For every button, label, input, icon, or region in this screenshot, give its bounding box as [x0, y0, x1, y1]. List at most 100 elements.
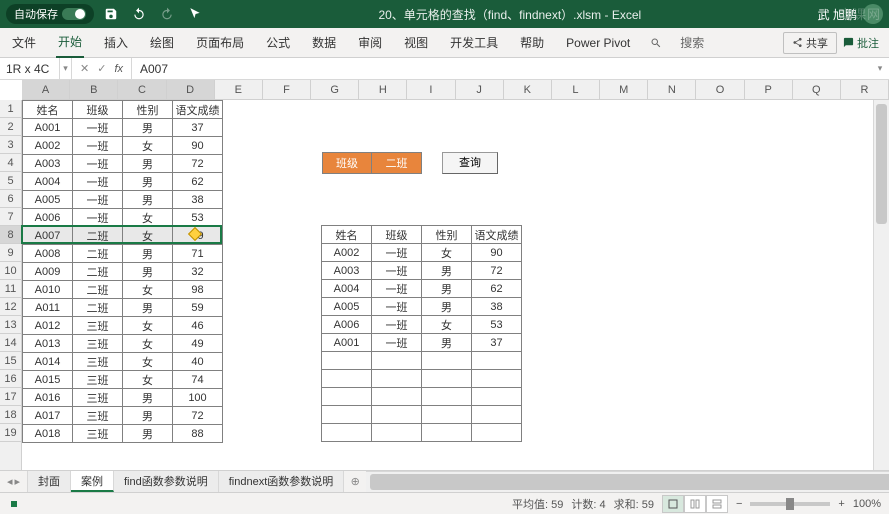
view-page-break-button[interactable] [706, 495, 728, 513]
table-cell[interactable]: 一班 [73, 119, 123, 137]
table-cell[interactable]: 女 [422, 316, 472, 334]
table-cell[interactable]: 59 [173, 299, 223, 317]
search-icon[interactable] [650, 37, 662, 49]
table-cell[interactable] [372, 406, 422, 424]
table-cell[interactable]: 46 [173, 317, 223, 335]
table-header-cell[interactable]: 班级 [372, 226, 422, 244]
row-header[interactable]: 4 [0, 154, 21, 172]
table-cell[interactable] [322, 388, 372, 406]
table-cell[interactable]: A007 [23, 227, 73, 245]
row-header[interactable]: 11 [0, 280, 21, 298]
ribbon-tab-10[interactable]: 帮助 [518, 28, 546, 57]
table-cell[interactable]: A003 [23, 155, 73, 173]
chevron-left-icon[interactable]: ◂ [7, 475, 13, 488]
autosave-toggle[interactable]: 自动保存 [6, 4, 94, 24]
table-cell[interactable]: 女 [123, 137, 173, 155]
table-cell[interactable]: A002 [23, 137, 73, 155]
column-header[interactable]: O [696, 80, 744, 99]
table-cell[interactable]: 女 [123, 227, 173, 245]
table-cell[interactable]: 男 [123, 425, 173, 443]
table-cell[interactable]: 98 [173, 281, 223, 299]
column-header[interactable]: Q [793, 80, 841, 99]
table-cell[interactable]: A014 [23, 353, 73, 371]
table-row[interactable]: A002一班女90 [23, 137, 223, 155]
column-header[interactable]: B [70, 80, 118, 99]
table-cell[interactable]: 女 [123, 317, 173, 335]
zoom-in-button[interactable]: + [838, 498, 844, 510]
table-cell[interactable]: 女 [123, 353, 173, 371]
table-cell[interactable]: 一班 [73, 155, 123, 173]
undo-icon[interactable] [132, 7, 146, 21]
table-cell[interactable]: A012 [23, 317, 73, 335]
table-row[interactable]: A003一班男72 [23, 155, 223, 173]
table-cell[interactable]: 38 [472, 298, 522, 316]
chevron-right-icon[interactable]: ▸ [15, 475, 21, 488]
name-box-dropdown-icon[interactable]: ▾ [60, 58, 72, 79]
table-cell[interactable]: 32 [173, 263, 223, 281]
table-cell[interactable]: A001 [322, 334, 372, 352]
fx-icon[interactable]: fx [114, 63, 123, 75]
table-cell[interactable]: A011 [23, 299, 73, 317]
column-header[interactable]: E [215, 80, 263, 99]
table-cell[interactable]: 一班 [372, 334, 422, 352]
row-header[interactable]: 13 [0, 316, 21, 334]
table-cell[interactable]: A003 [322, 262, 372, 280]
row-header[interactable]: 7 [0, 208, 21, 226]
table-header-cell[interactable]: 班级 [73, 101, 123, 119]
table-cell[interactable]: 72 [173, 407, 223, 425]
table-cell[interactable]: 62 [472, 280, 522, 298]
cancel-icon[interactable]: ✕ [80, 62, 89, 75]
query-button[interactable]: 查询 [442, 152, 498, 174]
zoom-slider[interactable] [750, 502, 830, 506]
table-cell[interactable] [372, 370, 422, 388]
table-cell[interactable]: 49 [173, 335, 223, 353]
table-cell[interactable]: A001 [23, 119, 73, 137]
redo-icon[interactable] [160, 7, 174, 21]
table-cell[interactable]: 37 [173, 119, 223, 137]
table-cell[interactable]: A009 [23, 263, 73, 281]
table-cell[interactable]: A015 [23, 371, 73, 389]
table-cell[interactable] [322, 406, 372, 424]
zoom-out-button[interactable]: − [736, 498, 742, 510]
row-header[interactable]: 1 [0, 100, 21, 118]
ribbon-tab-8[interactable]: 视图 [402, 28, 430, 57]
table-cell[interactable]: 一班 [73, 191, 123, 209]
horizontal-scrollbar[interactable] [366, 471, 889, 492]
table-row[interactable]: A017三班男72 [23, 407, 223, 425]
row-header[interactable]: 12 [0, 298, 21, 316]
ribbon-tab-1[interactable]: 开始 [56, 27, 84, 58]
table-row[interactable]: A003一班男72 [322, 262, 522, 280]
autosave-switch-icon[interactable] [62, 8, 86, 20]
table-cell[interactable]: 一班 [372, 262, 422, 280]
vertical-scrollbar[interactable] [873, 100, 889, 470]
table-cell[interactable]: A005 [322, 298, 372, 316]
vertical-scrollbar-thumb[interactable] [876, 104, 887, 224]
sheet-tab[interactable]: 封面 [28, 471, 71, 492]
table-cell[interactable]: 一班 [73, 173, 123, 191]
formula-bar-expand-icon[interactable]: ▾ [871, 63, 889, 74]
table-row[interactable]: A018三班男88 [23, 425, 223, 443]
table-cell[interactable]: 三班 [73, 335, 123, 353]
table-cell[interactable]: 37 [472, 334, 522, 352]
table-cell[interactable]: 女 [123, 371, 173, 389]
row-header[interactable]: 6 [0, 190, 21, 208]
table-cell[interactable]: A016 [23, 389, 73, 407]
table-cell[interactable] [422, 424, 472, 442]
table-row[interactable]: A005一班男38 [23, 191, 223, 209]
table-header-cell[interactable]: 性别 [123, 101, 173, 119]
table-row[interactable] [322, 388, 522, 406]
ribbon-tab-0[interactable]: 文件 [10, 28, 38, 57]
ribbon-tab-4[interactable]: 页面布局 [194, 28, 246, 57]
ribbon-tab-6[interactable]: 数据 [310, 28, 338, 57]
table-row[interactable]: A008二班男71 [23, 245, 223, 263]
horizontal-scrollbar-thumb[interactable] [370, 474, 889, 490]
table-cell[interactable]: 一班 [372, 280, 422, 298]
table-cell[interactable]: 90 [173, 137, 223, 155]
table-cell[interactable]: A002 [322, 244, 372, 262]
ribbon-tab-5[interactable]: 公式 [264, 28, 292, 57]
table-cell[interactable]: 一班 [372, 298, 422, 316]
table-cell[interactable] [472, 352, 522, 370]
table-cell[interactable]: A018 [23, 425, 73, 443]
table-cell[interactable] [322, 370, 372, 388]
table-row[interactable] [322, 406, 522, 424]
